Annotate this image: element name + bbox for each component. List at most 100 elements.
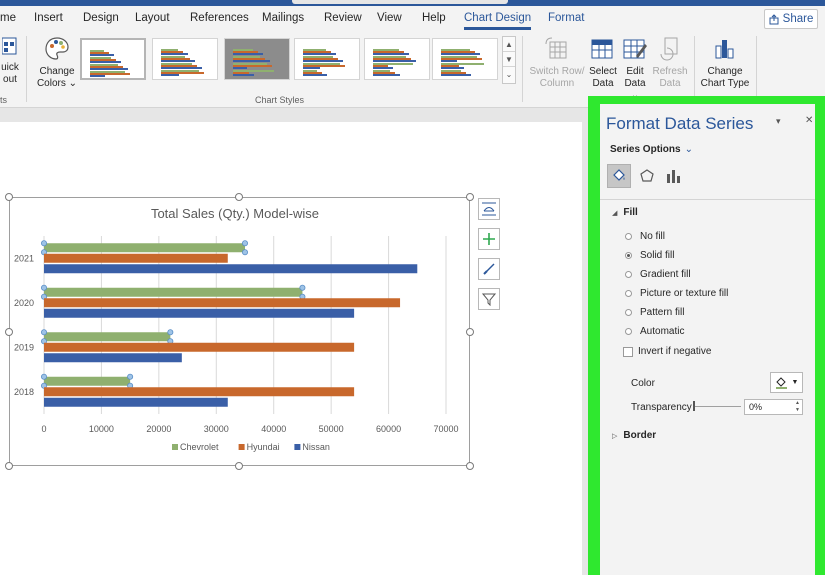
gallery-up-icon[interactable]: ▲ <box>503 37 515 52</box>
share-label: Share <box>782 13 814 25</box>
bar-chevrolet <box>44 287 303 297</box>
radio-button[interactable] <box>625 290 632 297</box>
fill-section-label: Fill <box>623 207 638 218</box>
layout-options-icon <box>482 202 496 216</box>
pane-options-icon[interactable]: ▾ <box>776 116 781 127</box>
pattern-fill-option[interactable]: Pattern fill <box>625 307 684 318</box>
category-label: 2020 <box>14 298 34 308</box>
switch-row-column-icon <box>545 37 567 59</box>
automatic-fill-label: Automatic <box>640 326 685 337</box>
gallery-scroll[interactable]: ▲ ▼ ⌄ <box>502 36 516 84</box>
gradient-fill-option[interactable]: Gradient fill <box>625 269 691 280</box>
chevron-down-icon: ⌄ <box>684 144 693 155</box>
collapse-icon: ◢ <box>612 210 618 217</box>
bar-nissan <box>44 308 355 318</box>
transparency-input[interactable]: 0% ▲ ▼ <box>744 399 803 415</box>
x-tick-label: 40000 <box>261 424 286 434</box>
fill-color-button[interactable]: ▼ <box>770 372 803 393</box>
edit-data-button[interactable]: Edit Data ⌄ <box>620 36 650 102</box>
solid-fill-option[interactable]: Solid fill <box>625 250 674 261</box>
pattern-fill-label: Pattern fill <box>640 307 685 318</box>
selection-handle <box>41 240 48 247</box>
effects-tab[interactable] <box>635 164 659 188</box>
x-tick-label: 30000 <box>204 424 229 434</box>
radio-button[interactable] <box>625 309 632 316</box>
chart-type-icon <box>715 40 734 59</box>
legend-swatch <box>238 444 245 450</box>
filter-icon <box>482 293 496 306</box>
automatic-fill-option[interactable]: Automatic <box>625 326 684 337</box>
selection-handle <box>241 240 248 247</box>
selection-handle <box>41 373 48 380</box>
no-fill-label: No fill <box>640 231 666 242</box>
fill-section-header[interactable]: ◢ Fill <box>612 207 638 218</box>
change-chart-type-button[interactable]: Change Chart Type <box>700 36 750 90</box>
share-icon <box>769 13 779 24</box>
bar-chart-icon <box>667 170 680 183</box>
series-options-dropdown[interactable]: Series Options ⌄ <box>610 144 693 155</box>
radio-button[interactable] <box>625 233 632 240</box>
fill-color-icon <box>775 376 787 389</box>
transparency-label: Transparency <box>631 402 692 413</box>
paint-bucket-icon <box>613 169 625 181</box>
change-chart-type-label: Change <box>707 66 743 77</box>
switch-row-label-2: Column <box>539 78 575 89</box>
bar-hyundai <box>44 342 355 352</box>
category-label: 2019 <box>14 342 34 352</box>
picture-fill-label: Picture or texture fill <box>640 288 729 299</box>
gallery-down-icon[interactable]: ▼ <box>503 52 515 67</box>
fill-line-tab[interactable] <box>607 164 631 188</box>
picture-fill-option[interactable]: Picture or texture fill <box>625 288 728 299</box>
border-section-label: Border <box>623 430 657 441</box>
border-section-header[interactable]: ▷ Border <box>612 430 656 441</box>
bar-chevrolet <box>44 243 245 253</box>
gallery-more-icon[interactable]: ⌄ <box>503 67 515 82</box>
tab-format[interactable]: Format <box>548 12 584 24</box>
edit-data-label: Edit <box>626 66 644 77</box>
paintbrush-icon <box>483 263 495 275</box>
switch-row-column-button[interactable]: Switch Row/ Column <box>528 36 586 90</box>
dropdown-arrow-icon: ▼ <box>791 379 799 386</box>
transparency-slider[interactable] <box>693 406 741 407</box>
select-data-button[interactable]: Select Data <box>588 36 618 90</box>
category-label: 2018 <box>14 387 34 397</box>
x-tick-label: 50000 <box>319 424 344 434</box>
switch-row-label: Switch Row/ <box>529 66 585 77</box>
select-data-label-2: Data <box>592 78 614 89</box>
edit-data-icon <box>623 39 647 59</box>
ribbon-separator <box>756 36 757 102</box>
solid-fill-label: Solid fill <box>640 250 675 261</box>
no-fill-option[interactable]: No fill <box>625 231 665 242</box>
select-data-icon <box>591 39 613 59</box>
invert-checkbox[interactable] <box>623 346 633 357</box>
x-tick-label: 0 <box>41 424 46 434</box>
spinner-icon[interactable]: ▲ ▼ <box>795 400 800 414</box>
series-options-label: Series Options <box>610 144 681 155</box>
refresh-data-icon <box>660 37 678 61</box>
chart-filters-button[interactable] <box>478 288 500 310</box>
layout-options-button[interactable] <box>478 198 500 220</box>
series-options-tab[interactable] <box>661 164 685 188</box>
color-label: Color <box>631 378 655 389</box>
selection-handle <box>299 284 306 291</box>
pentagon-icon <box>640 169 654 182</box>
change-chart-type-label-2: Chart Type <box>700 78 750 89</box>
bar-nissan <box>44 264 418 274</box>
x-tick-label: 70000 <box>433 424 458 434</box>
expand-icon: ▷ <box>612 433 618 440</box>
transparency-slider-thumb[interactable] <box>693 401 695 411</box>
chart-elements-button[interactable] <box>478 228 500 250</box>
invert-if-negative-option[interactable]: Invert if negative <box>623 346 711 357</box>
transparency-value: 0% <box>749 402 763 412</box>
legend-label: Hyundai <box>247 442 280 452</box>
chart-styles-button[interactable] <box>478 258 500 280</box>
legend-swatch <box>294 444 301 450</box>
bar-chevrolet <box>44 332 171 342</box>
radio-button[interactable] <box>625 271 632 278</box>
radio-button[interactable] <box>625 328 632 335</box>
category-label: 2021 <box>14 253 34 263</box>
close-icon[interactable]: ✕ <box>805 115 813 126</box>
refresh-data-button[interactable]: Refresh Data <box>652 36 688 90</box>
radio-button[interactable] <box>625 252 632 259</box>
share-button[interactable]: Share <box>764 9 818 29</box>
